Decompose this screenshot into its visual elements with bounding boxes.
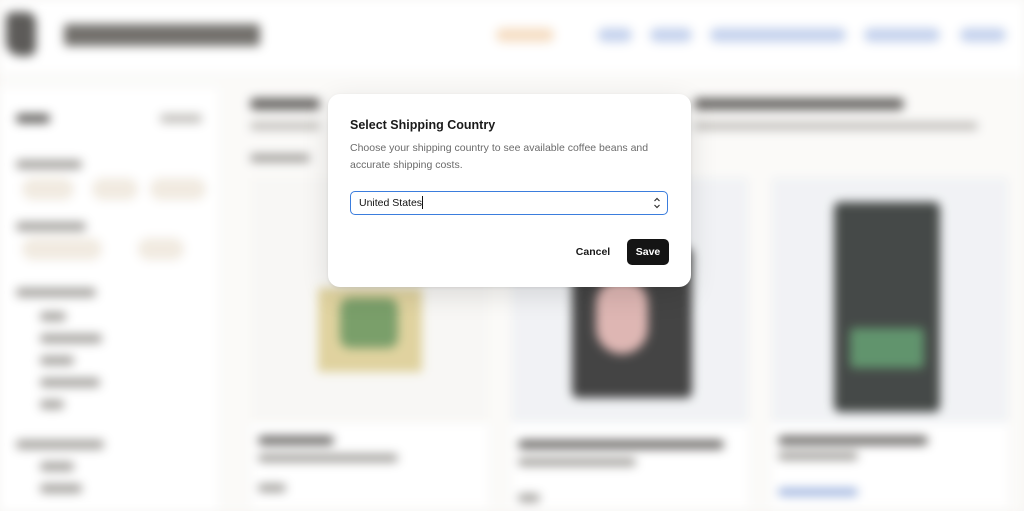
country-select-value: United States — [359, 197, 423, 209]
dialog-title: Select Shipping Country — [350, 118, 496, 132]
text-caret — [422, 196, 423, 209]
save-button[interactable]: Save — [627, 239, 669, 265]
cancel-button[interactable]: Cancel — [568, 239, 618, 265]
shipping-country-dialog: Select Shipping Country Choose your ship… — [328, 94, 691, 287]
dialog-description: Choose your shipping country to see avai… — [350, 142, 649, 171]
chevron-up-down-icon[interactable] — [652, 196, 662, 210]
country-select[interactable]: United States — [350, 191, 668, 215]
